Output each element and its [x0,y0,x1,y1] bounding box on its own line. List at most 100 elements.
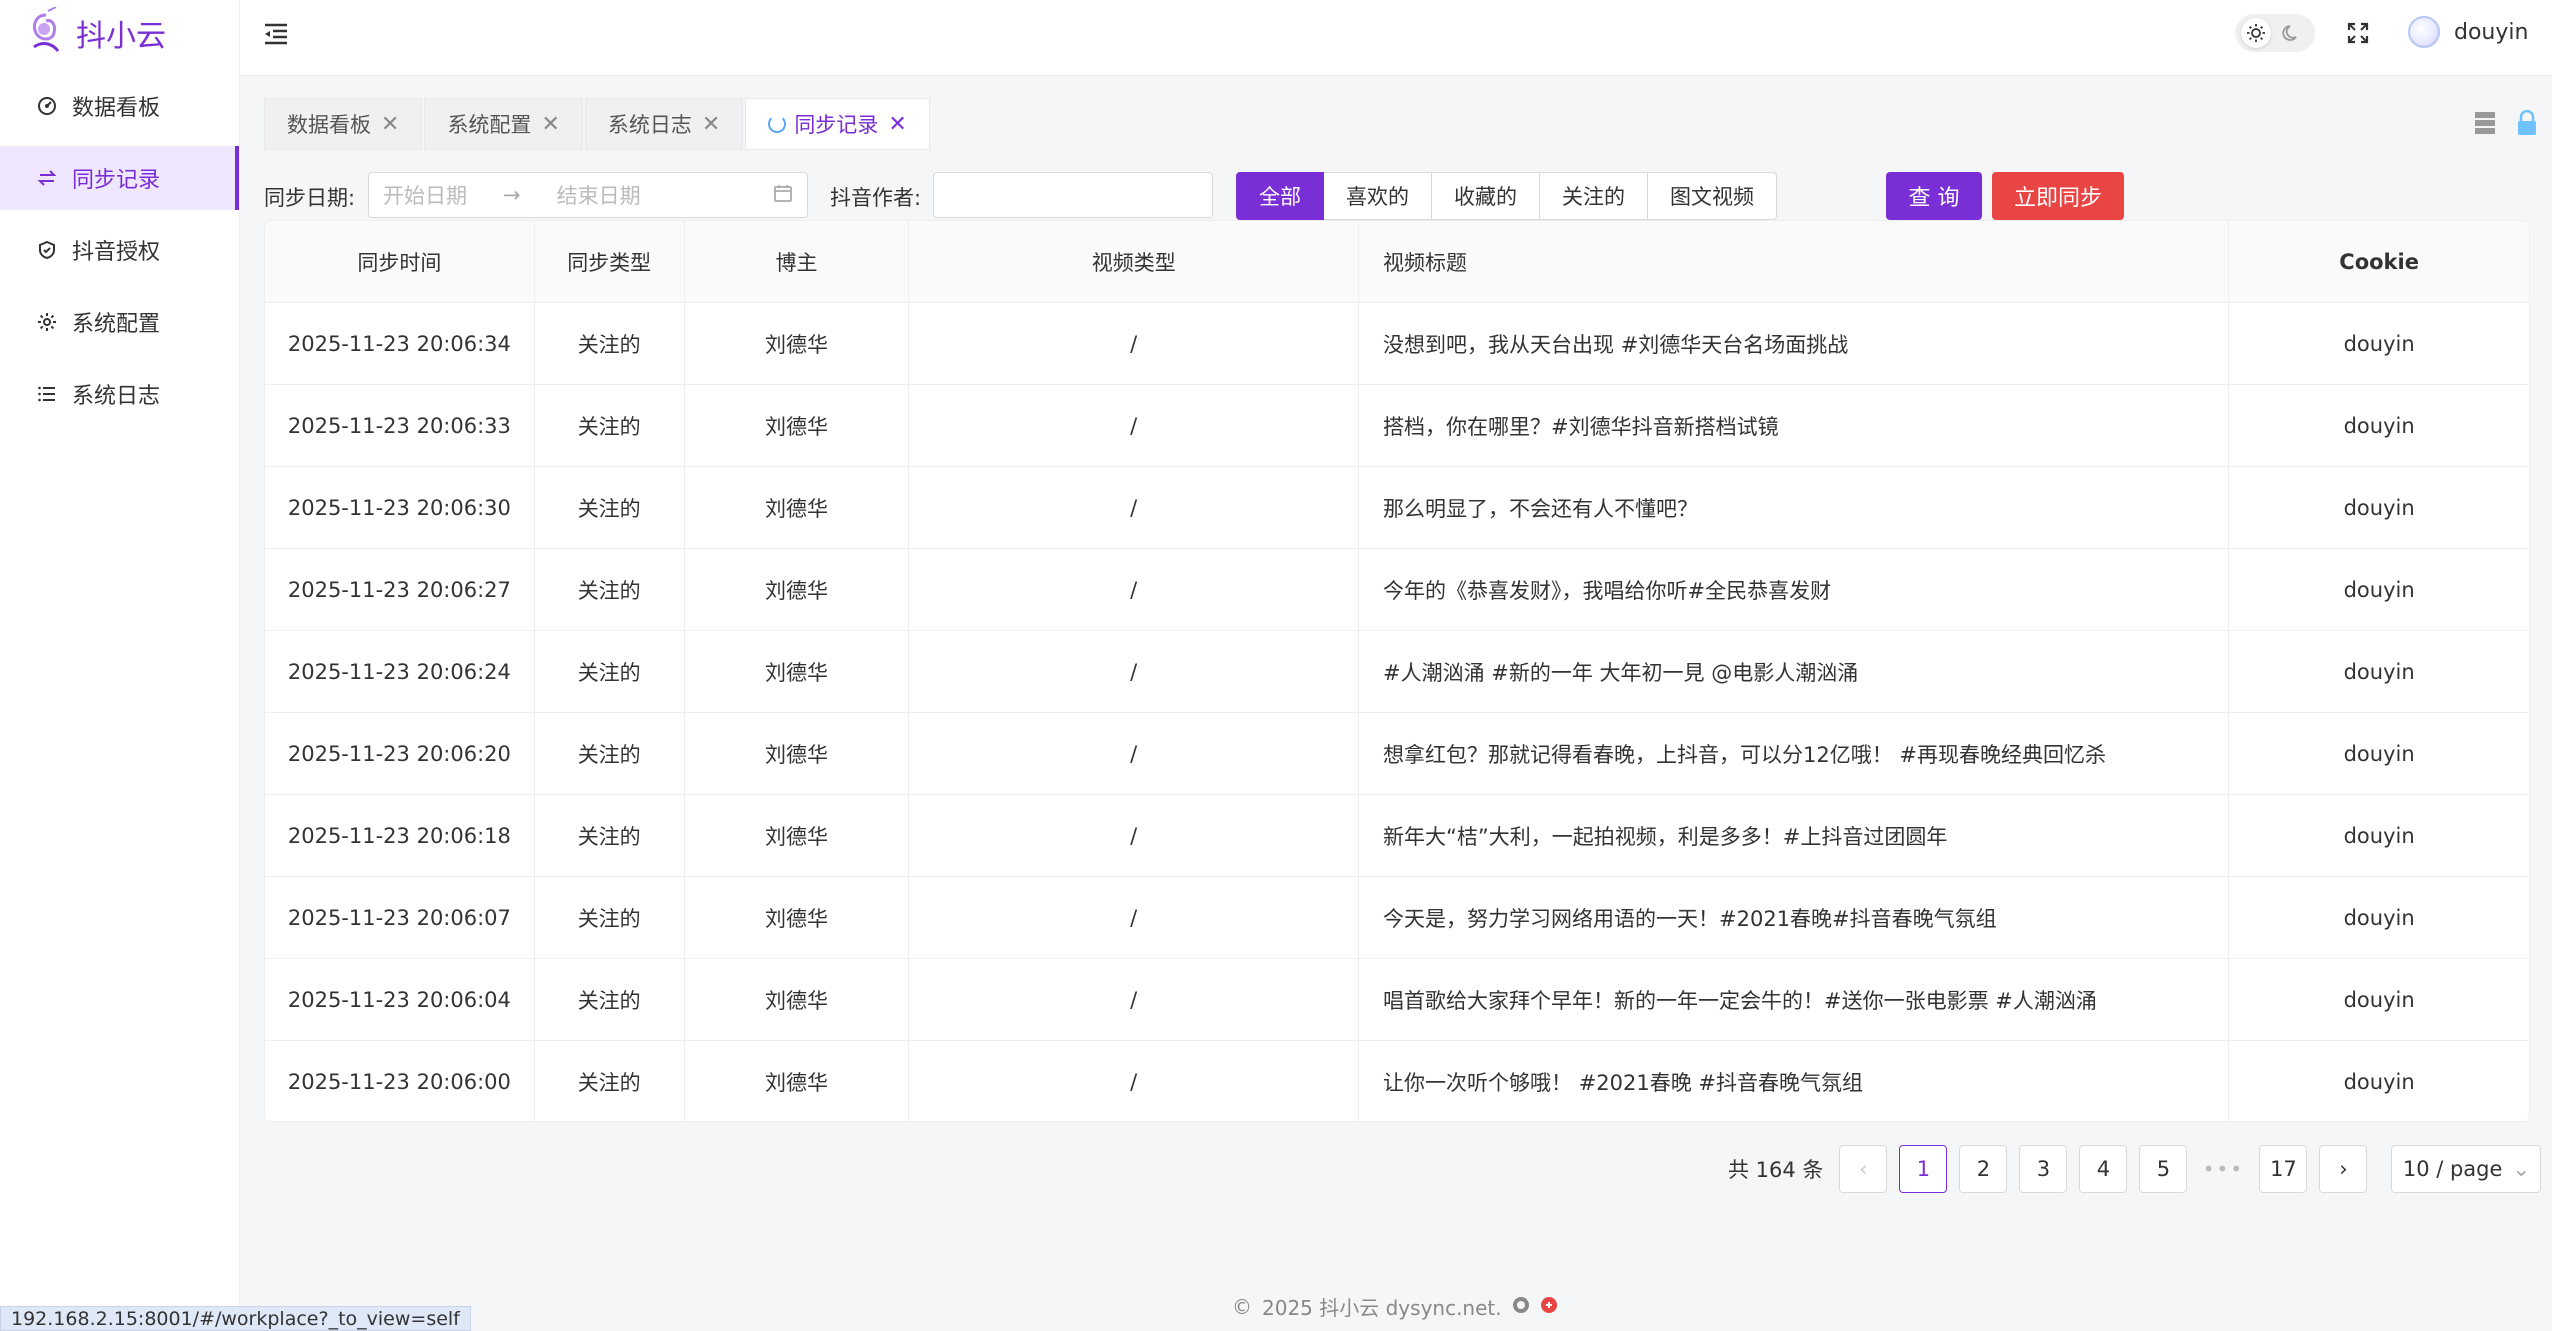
segment-liked[interactable]: 喜欢的 [1324,172,1432,220]
segment-image-video[interactable]: 图文视频 [1648,172,1777,220]
query-button[interactable]: 查 询 [1886,172,1982,220]
blogger-cell: 刘德华 [685,877,910,958]
table-row[interactable]: 2025-11-23 20:06:27 关注的 刘德华 / 今年的《恭喜发财》，我唱给你… [265,549,2529,631]
page-size-select[interactable]: 10 / page ⌄ [2391,1145,2542,1193]
video-type-cell: / [909,303,1360,384]
video-type-cell: / [909,795,1360,876]
cookie-cell: douyin [2343,495,2415,520]
video-type-cell: / [909,385,1360,466]
table-row[interactable]: 2025-11-23 20:06:34 关注的 刘德华 / 没想到吧，我从天台出现 #刘… [265,303,2529,385]
close-icon[interactable]: ✕ [381,112,399,137]
sync-type-cell: 关注的 [535,385,685,466]
segment-all[interactable]: 全部 [1236,172,1324,220]
page-button[interactable]: 17 [2259,1145,2308,1193]
cookie-cell: douyin [2343,577,2415,602]
cookie-cell: douyin [2343,823,2415,848]
arrow-right-icon: → [503,183,521,207]
lock-icon[interactable] [2516,109,2538,136]
col-header[interactable]: 同步类型 [535,221,685,302]
sync-time-cell: 2025-11-23 20:06:04 [265,959,535,1040]
video-title-cell: 没想到吧，我从天台出现 #刘德华天台名场面挑战 [1359,303,2230,384]
video-title-cell: 那么明显了，不会还有人不懂吧？ [1359,467,2230,548]
logo-icon [26,6,66,59]
github-icon[interactable] [1512,1295,1530,1319]
table-row[interactable]: 2025-11-23 20:06:33 关注的 刘德华 / 搭档，你在哪里？#刘德华抖音… [265,385,2529,467]
page-button[interactable]: 3 [2019,1145,2068,1193]
table-row[interactable]: 2025-11-23 20:06:24 关注的 刘德华 / #人潮汹涌 #新的一年 大年… [265,631,2529,713]
page-button[interactable]: 1 [1899,1145,1948,1193]
page-button[interactable]: 5 [2139,1145,2188,1193]
page-button[interactable]: 2 [1959,1145,2008,1193]
sync-time-cell: 2025-11-23 20:06:30 [265,467,535,548]
records-table: 同步时间 同步类型 博主 视频类型 视频标题 Cookie 2025-11-23… [264,220,2530,1122]
sync-now-button[interactable]: 立即同步 [1992,172,2124,220]
tab-dashboard[interactable]: 数据看板 ✕ [264,98,423,150]
segment-favorited[interactable]: 收藏的 [1432,172,1540,220]
cookie-cell: douyin [2343,1069,2415,1094]
table-row[interactable]: 2025-11-23 20:06:00 关注的 刘德华 / 让你一次听个够哦！ #202… [265,1041,2529,1121]
end-date-input[interactable]: 结束日期 [557,180,641,210]
tab-label: 系统日志 [607,113,692,137]
table-row[interactable]: 2025-11-23 20:06:18 关注的 刘德华 / 新年大“桔”大利，一起拍视频… [265,795,2529,877]
avatar [2408,16,2440,48]
tab-system-log[interactable]: 系统日志 ✕ [584,98,744,150]
sync-type-cell: 关注的 [535,877,685,958]
sidebar-item-sync-records[interactable]: 同步记录 [0,146,239,210]
video-type-cell: / [909,877,1360,958]
sidebar-item-system-config[interactable]: 系统配置 [0,290,239,354]
video-type-cell: / [909,1041,1360,1121]
video-type-cell: / [909,631,1360,712]
gitee-icon[interactable] [1540,1295,1558,1319]
next-page-button[interactable]: › [2319,1145,2368,1193]
tab-sync-records[interactable]: 同步记录 ✕ [745,98,930,150]
logo[interactable]: 抖小云 [0,0,239,66]
close-icon[interactable]: ✕ [888,112,906,137]
filter-bar: 同步日期: 开始日期 → 结束日期 抖音作者: 全部 喜欢的 收藏的 关注的 图… [264,172,2530,220]
theme-toggle[interactable] [2235,14,2315,52]
sync-time-cell: 2025-11-23 20:06:24 [265,631,535,712]
col-header[interactable]: 同步时间 [265,221,535,302]
sync-type-cell: 关注的 [535,1041,685,1121]
video-type-cell: / [909,549,1360,630]
col-header[interactable]: Cookie [2229,221,2529,302]
table-row[interactable]: 2025-11-23 20:06:30 关注的 刘德华 / 那么明显了，不会还有人不懂吧… [265,467,2529,549]
layout-icon[interactable] [2474,110,2496,136]
sync-type-cell: 关注的 [535,713,685,794]
col-header[interactable]: 博主 [685,221,910,302]
sidebar: 抖小云 数据看板 同步记录 抖音授权 系统配置 系统日志 [0,0,240,1331]
table-row[interactable]: 2025-11-23 20:06:20 关注的 刘德华 / 想拿红包？那就记得看春晚，上… [265,713,2529,795]
copyright-icon: © [1232,1294,1252,1319]
col-header[interactable]: 视频类型 [909,221,1360,302]
segment-following[interactable]: 关注的 [1540,172,1648,220]
status-bar-url: 192.168.2.15:8001/#/workplace?_to_view=s… [0,1306,471,1331]
sync-time-cell: 2025-11-23 20:06:33 [265,385,535,466]
sidebar-item-label: 同步记录 [72,168,161,193]
author-input[interactable] [933,172,1213,218]
page-tabs: 数据看板 ✕ 系统配置 ✕ 系统日志 ✕ 同步记录 ✕ [264,98,932,150]
prev-page-button[interactable]: ‹ [1839,1145,1888,1193]
table-row[interactable]: 2025-11-23 20:06:04 关注的 刘德华 / 唱首歌给大家拜个早年！新的一… [265,959,2529,1041]
menu-collapse-icon[interactable] [262,20,294,52]
page-button[interactable]: 4 [2079,1145,2128,1193]
table-body: 2025-11-23 20:06:34 关注的 刘德华 / 没想到吧，我从天台出现 #刘… [265,303,2529,1121]
sidebar-item-dashboard[interactable]: 数据看板 [0,74,239,138]
date-range-picker[interactable]: 开始日期 → 结束日期 [368,172,808,218]
video-title-cell: 搭档，你在哪里？#刘德华抖音新搭档试镜 [1359,385,2230,466]
sidebar-item-system-log[interactable]: 系统日志 [0,362,239,426]
video-title-cell: 今年的《恭喜发财》，我唱给你听#全民恭喜发财 [1359,549,2230,630]
cookie-cell: douyin [2343,413,2415,438]
sidebar-item-douyin-auth[interactable]: 抖音授权 [0,218,239,282]
close-icon[interactable]: ✕ [702,112,720,137]
ellipsis-icon[interactable]: ••• [2199,1157,2247,1181]
sync-time-cell: 2025-11-23 20:06:20 [265,713,535,794]
user-menu[interactable]: douyin [2408,16,2528,48]
fullscreen-icon[interactable] [2343,18,2373,48]
table-row[interactable]: 2025-11-23 20:06:07 关注的 刘德华 / 今天是，努力学习网络用语的一… [265,877,2529,959]
tab-label: 系统配置 [447,113,532,137]
col-header[interactable]: 视频标题 [1359,221,2230,302]
tab-system-config[interactable]: 系统配置 ✕ [424,98,583,150]
close-icon[interactable]: ✕ [541,112,559,137]
blogger-cell: 刘德华 [685,303,910,384]
sidebar-item-label: 数据看板 [72,96,161,121]
start-date-input[interactable]: 开始日期 [383,180,467,210]
